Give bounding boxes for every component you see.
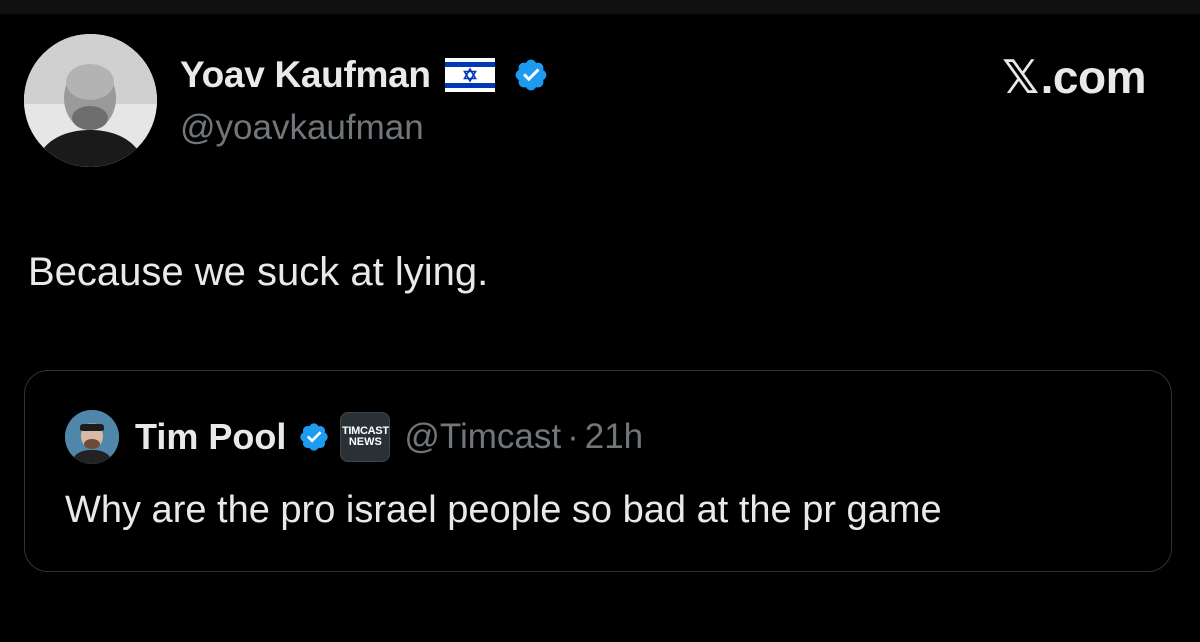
brand-domain: .com <box>1040 51 1147 103</box>
author-name-row: Yoav Kaufman <box>180 50 549 100</box>
quoted-tweet-text: Why are the pro israel people so bad at … <box>65 489 942 531</box>
x-com-logo: 𝕏 .com <box>1002 50 1146 104</box>
quoted-tweet-card[interactable]: Tim Pool TIMCAST NEWS @Timcast · 21h Why… <box>24 370 1172 572</box>
avatar-photo-icon <box>24 34 157 167</box>
author-handle[interactable]: @yoavkaufman <box>180 108 424 148</box>
affiliate-badge-line2: NEWS <box>348 436 382 448</box>
top-strip <box>0 0 1200 14</box>
quoted-tweet-time[interactable]: 21h <box>585 417 643 457</box>
verified-badge-icon[interactable] <box>513 57 549 93</box>
avatar-photo-icon <box>65 410 119 464</box>
quoted-author-avatar[interactable] <box>65 410 119 464</box>
author-avatar[interactable] <box>24 34 157 167</box>
quoted-tweet-header: Tim Pool TIMCAST NEWS @Timcast · 21h <box>65 410 643 464</box>
separator-dot: · <box>567 417 579 456</box>
verified-badge-icon[interactable] <box>298 421 330 453</box>
quoted-author-name[interactable]: Tim Pool <box>135 416 286 458</box>
timcast-news-affiliate-badge[interactable]: TIMCAST NEWS <box>340 412 391 462</box>
israel-flag-icon <box>444 58 495 92</box>
tweet-text: Because we suck at lying. <box>28 250 489 294</box>
author-name[interactable]: Yoav Kaufman <box>180 54 431 96</box>
quoted-author-handle[interactable]: @Timcast <box>404 417 561 457</box>
x-logo-icon: 𝕏 <box>1002 50 1039 104</box>
